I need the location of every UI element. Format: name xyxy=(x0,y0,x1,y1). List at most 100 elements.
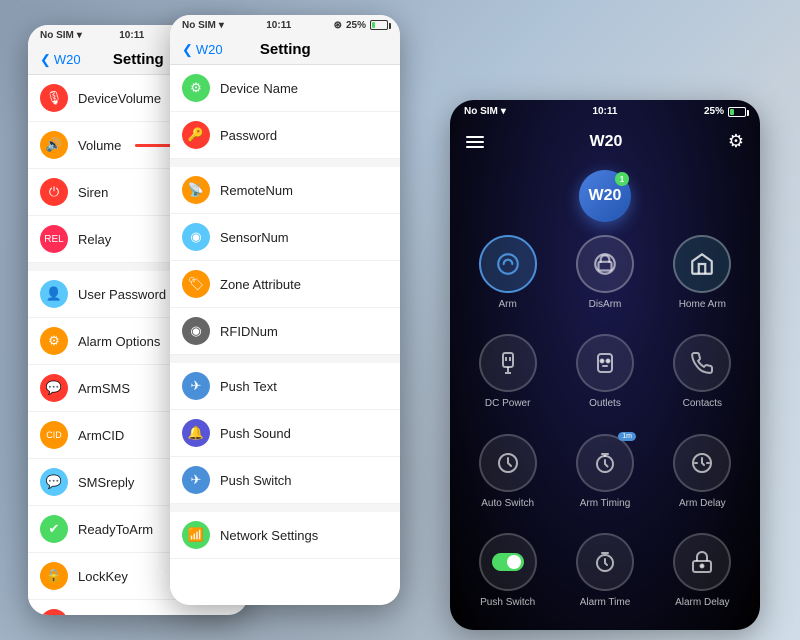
w20-badge-label: W20 xyxy=(589,187,622,205)
setting-item-sensornum[interactable]: ◉ SensorNum xyxy=(170,214,400,261)
setting-item-pushswitch[interactable]: ✈ Push Switch xyxy=(170,457,400,504)
setting-label-readytoarm: ReadyToArm xyxy=(78,522,153,537)
setting-label-zoneattribute: Zone Attribute xyxy=(220,277,301,292)
setting-item-remotenum[interactable]: 📡 RemoteNum xyxy=(170,167,400,214)
setting-icon-siren: ⏻ xyxy=(40,178,68,206)
control-arm[interactable]: Arm xyxy=(464,235,551,324)
setting-icon-armsms: 💬 xyxy=(40,374,68,402)
phone1-back-label: W20 xyxy=(54,52,81,67)
setting-label-relay: Relay xyxy=(78,232,111,247)
phone2-nav-title: Setting xyxy=(223,41,348,58)
w20-badge[interactable]: W20 1 xyxy=(579,170,631,222)
setting-item-pushtext[interactable]: ✈ Push Text xyxy=(170,363,400,410)
phone2-back-chevron: ❮ xyxy=(182,42,193,58)
phone3-settings-icon[interactable]: ⚙ xyxy=(728,131,744,152)
armtiming-circle: 1m xyxy=(576,434,634,492)
outlets-label: Outlets xyxy=(589,398,621,409)
dcpower-label: DC Power xyxy=(485,398,531,409)
homearm-circle xyxy=(673,235,731,293)
control-outlets[interactable]: Outlets xyxy=(561,334,648,423)
disarm-label: DisArm xyxy=(589,299,622,310)
setting-icon-userpassword: 👤 xyxy=(40,280,68,308)
setting-icon-armcid: CID xyxy=(40,421,68,449)
phone2-back-button[interactable]: ❮ W20 xyxy=(182,42,223,58)
setting-label-remotenum: RemoteNum xyxy=(220,183,293,198)
setting-label-pushsound: Push Sound xyxy=(220,426,291,441)
hamburger-menu-icon[interactable] xyxy=(466,136,484,148)
phone2-battery-pct: 25% xyxy=(346,20,366,31)
divider-2 xyxy=(170,159,400,167)
control-autoswitch[interactable]: Auto Switch xyxy=(464,434,551,523)
control-contacts[interactable]: Contacts xyxy=(659,334,746,423)
setting-item-networksettings[interactable]: 📶 Network Settings xyxy=(170,512,400,559)
phone2-time: 10:11 xyxy=(266,20,291,31)
phone2-nav-bar: ❮ W20 Setting xyxy=(170,35,400,65)
disarm-circle xyxy=(576,235,634,293)
phone2-battery-icon xyxy=(370,20,388,30)
control-dcpower[interactable]: DC Power xyxy=(464,334,551,423)
setting-label-smsreply: SMSreply xyxy=(78,475,134,490)
autoswitch-label: Auto Switch xyxy=(481,498,534,509)
setting-icon-readytoarm: ✔ xyxy=(40,515,68,543)
setting-label-pushswitch: Push Switch xyxy=(220,473,292,488)
setting-icon-devicevolume: 🎙 xyxy=(40,84,68,112)
phone1-back-button[interactable]: ❮ W20 xyxy=(40,52,81,68)
setting-icon-remotenum: 📡 xyxy=(182,176,210,204)
control-alarmtime[interactable]: Alarm Time xyxy=(561,533,648,622)
alarmtime-circle xyxy=(576,533,634,591)
setting-icon-sensornum: ◉ xyxy=(182,223,210,251)
phone1-time: 10:11 xyxy=(119,30,144,41)
alarmdelay-label: Alarm Delay xyxy=(675,597,729,608)
setting-icon-relay: REL xyxy=(40,225,68,253)
setting-icon-networksettings: 📶 xyxy=(182,521,210,549)
setting-label-userpassword: User Password xyxy=(78,287,166,302)
outlets-circle xyxy=(576,334,634,392)
armtiming-label: Arm Timing xyxy=(580,498,631,509)
notification-count: 1 xyxy=(620,175,624,184)
setting-label-devicename: Device Name xyxy=(220,81,298,96)
setting-label-rfidnum: RFIDNum xyxy=(220,324,278,339)
setting-icon-zoneattribute: 🏷 xyxy=(182,270,210,298)
control-armtiming[interactable]: 1m Arm Timing xyxy=(561,434,648,523)
phone2-settings-list: ⚙ Device Name 🔑 Password 📡 RemoteNum ◉ S… xyxy=(170,65,400,605)
pushswitch-label: Push Switch xyxy=(480,597,535,608)
setting-icon-devicename: ⚙ xyxy=(182,74,210,102)
arm-circle xyxy=(479,235,537,293)
homearm-label: Home Arm xyxy=(679,299,726,310)
control-alarmdelay[interactable]: Alarm Delay xyxy=(659,533,746,622)
setting-label-devicevolume: DeviceVolume xyxy=(78,91,161,106)
setting-label-armcid: ArmCID xyxy=(78,428,124,443)
armdelay-circle xyxy=(673,434,731,492)
pushswitch-circle xyxy=(479,533,537,591)
contacts-label: Contacts xyxy=(683,398,722,409)
phone-3: No SIM ▾ 10:11 25% W20 ⚙ W20 1 xyxy=(450,100,760,630)
alarmdelay-circle xyxy=(673,533,731,591)
setting-item-pushsound[interactable]: 🔔 Push Sound xyxy=(170,410,400,457)
phone3-time: 10:11 xyxy=(592,106,617,117)
setting-item-devicename[interactable]: ⚙ Device Name xyxy=(170,65,400,112)
control-homearm[interactable]: Home Arm xyxy=(659,235,746,324)
arm-timing-badge: 1m xyxy=(618,432,636,441)
dcpower-circle xyxy=(479,334,537,392)
phone2-back-label: W20 xyxy=(196,42,223,57)
setting-icon-volume: 🔊 xyxy=(40,131,68,159)
setting-item-zoneattribute[interactable]: 🏷 Zone Attribute xyxy=(170,261,400,308)
phone2-wifi-icon: ⊛ xyxy=(334,20,342,31)
phone3-wifi-icon: ▾ xyxy=(501,106,506,117)
notification-dot: 1 xyxy=(615,172,629,186)
setting-label-volume: Volume xyxy=(78,138,121,153)
setting-icon-rfidnum: ◉ xyxy=(182,317,210,345)
setting-label-alarmoptions: Alarm Options xyxy=(78,334,160,349)
setting-item-password[interactable]: 🔑 Password xyxy=(170,112,400,159)
control-disarm[interactable]: DisArm xyxy=(561,235,648,324)
control-armdelay[interactable]: Arm Delay xyxy=(659,434,746,523)
setting-icon-lockkey: 🔒 xyxy=(40,562,68,590)
setting-item-rfidnum[interactable]: ◉ RFIDNum xyxy=(170,308,400,355)
phone3-header: W20 ⚙ xyxy=(450,123,760,160)
phone2-carrier: No SIM xyxy=(182,20,216,31)
setting-label-armsms: ArmSMS xyxy=(78,381,130,396)
phone1-carrier: No SIM xyxy=(40,30,74,41)
control-pushswitch[interactable]: Push Switch xyxy=(464,533,551,622)
push-switch-toggle[interactable] xyxy=(492,553,524,571)
autoswitch-circle xyxy=(479,434,537,492)
